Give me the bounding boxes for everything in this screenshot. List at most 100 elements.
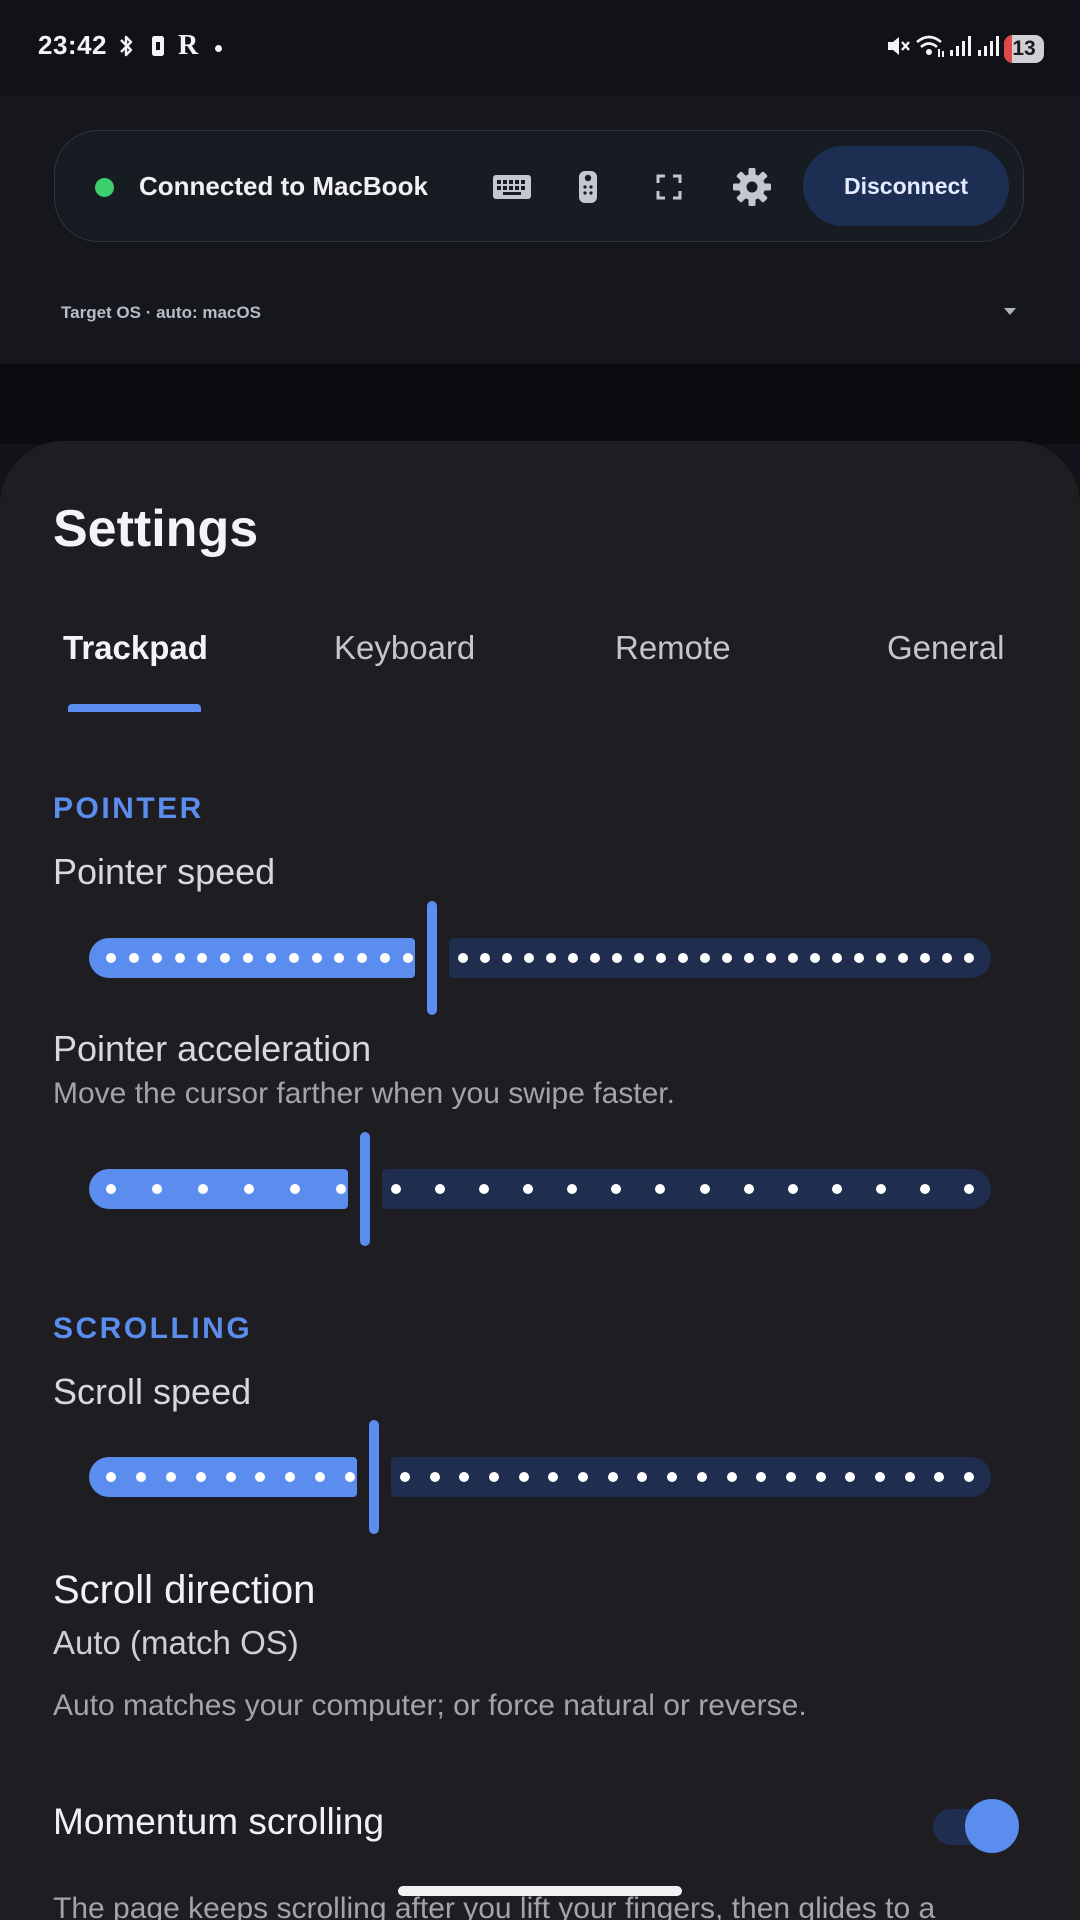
momentum-scrolling-description: The page keeps scrolling after you lift …: [53, 1892, 936, 1920]
slider-tick: [667, 1472, 677, 1482]
tab-remote[interactable]: Remote: [615, 629, 731, 667]
screen: 23:42 R 13 Connected to MacBook Disconne…: [0, 0, 1080, 1920]
slider-tick: [727, 1472, 737, 1482]
slider-tick: [430, 1472, 440, 1482]
slider-tick: [898, 953, 908, 963]
slider-tick: [810, 953, 820, 963]
slider-inactive-track: [391, 1457, 991, 1497]
slider-handle[interactable]: [427, 901, 437, 1015]
vibrate-icon: [148, 32, 168, 60]
slider-tick: [244, 1184, 254, 1194]
slider-tick: [458, 953, 468, 963]
slider-tick: [744, 953, 754, 963]
pointer-speed-slider[interactable]: [89, 901, 991, 1015]
slider-tick: [905, 1472, 915, 1482]
pointer-acceleration-description: Move the cursor farther when you swipe f…: [53, 1077, 675, 1110]
slider-tick: [590, 953, 600, 963]
tab-trackpad[interactable]: Trackpad: [63, 629, 208, 667]
slider-tick: [524, 953, 534, 963]
slider-tick: [220, 953, 230, 963]
slider-tick: [942, 953, 952, 963]
slider-tick: [697, 1472, 707, 1482]
section-header-scrolling: SCROLLING: [53, 1312, 253, 1345]
pointer-speed-label: Pointer speed: [53, 851, 276, 892]
connection-bar: Connected to MacBook Disconnect: [54, 130, 1024, 242]
pointer-acceleration-label: Pointer acceleration: [53, 1028, 372, 1069]
page-title: Settings: [53, 500, 259, 558]
tab-general[interactable]: General: [887, 629, 1004, 667]
slider-tick: [934, 1472, 944, 1482]
pointer-acceleration-slider[interactable]: [89, 1132, 991, 1246]
slider-tick: [612, 953, 622, 963]
dropdown-arrow-icon[interactable]: [1004, 308, 1016, 315]
scrim: [0, 364, 1080, 444]
slider-tick: [400, 1472, 410, 1482]
slider-tick: [608, 1472, 618, 1482]
signal-icon: [948, 32, 972, 60]
slider-handle[interactable]: [369, 1420, 379, 1534]
slider-tick: [964, 953, 974, 963]
slider-tick: [266, 953, 276, 963]
notification-dot-icon: [215, 45, 222, 52]
slider-tick: [788, 953, 798, 963]
slider-tick: [312, 953, 322, 963]
slider-tick: [964, 1184, 974, 1194]
mute-icon: [885, 32, 911, 60]
slider-tick: [700, 953, 710, 963]
slider-tick: [357, 953, 367, 963]
slider-tick: [196, 1472, 206, 1482]
slider-tick: [315, 1472, 325, 1482]
slider-tick: [578, 1472, 588, 1482]
slider-tick: [656, 953, 666, 963]
momentum-scrolling-toggle[interactable]: [933, 1799, 1019, 1853]
slider-tick: [459, 1472, 469, 1482]
slider-tick: [106, 1472, 116, 1482]
settings-icon[interactable]: [726, 161, 778, 213]
target-os-selector[interactable]: Target OS · auto: macOS: [61, 303, 261, 323]
slider-tick: [285, 1472, 295, 1482]
slider-tick: [637, 1472, 647, 1482]
slider-tick: [255, 1472, 265, 1482]
home-indicator: [398, 1886, 682, 1896]
slider-tick: [832, 1184, 842, 1194]
slider-tick: [756, 1472, 766, 1482]
status-bar: 23:42 R 13: [0, 0, 1080, 96]
battery-indicator: 13: [1004, 35, 1044, 63]
connection-label: Connected to MacBook: [139, 171, 428, 201]
wifi-icon: [915, 32, 945, 60]
remote-icon[interactable]: [562, 161, 614, 213]
toggle-thumb: [965, 1799, 1019, 1853]
momentum-scrolling-label: Momentum scrolling: [53, 1801, 385, 1842]
slider-tick: [226, 1472, 236, 1482]
slider-tick: [845, 1472, 855, 1482]
fullscreen-icon[interactable]: [643, 161, 695, 213]
scroll-direction-label[interactable]: Scroll direction: [53, 1568, 315, 1613]
slider-tick: [786, 1472, 796, 1482]
slider-tick: [567, 1184, 577, 1194]
keyboard-icon[interactable]: [486, 161, 538, 213]
scroll-direction-description: Auto matches your computer; or force nat…: [53, 1689, 807, 1722]
slider-tick: [816, 1472, 826, 1482]
slider-tick: [700, 1184, 710, 1194]
slider-active-track: [89, 1169, 348, 1209]
slider-tick: [546, 953, 556, 963]
section-header-pointer: POINTER: [53, 792, 204, 825]
slider-tick: [678, 953, 688, 963]
scroll-direction-value[interactable]: Auto (match OS): [53, 1624, 299, 1662]
slider-tick: [519, 1472, 529, 1482]
slider-tick: [380, 953, 390, 963]
slider-tick: [523, 1184, 533, 1194]
scroll-speed-slider[interactable]: [89, 1420, 991, 1534]
r-app-icon: R: [178, 30, 199, 61]
slider-tick: [788, 1184, 798, 1194]
slider-tick: [766, 953, 776, 963]
slider-tick: [336, 1184, 346, 1194]
tab-keyboard[interactable]: Keyboard: [334, 629, 475, 667]
slider-tick: [920, 953, 930, 963]
slider-tick: [964, 1472, 974, 1482]
bluetooth-icon: [117, 32, 135, 60]
slider-tick: [568, 953, 578, 963]
slider-tick: [634, 953, 644, 963]
slider-handle[interactable]: [360, 1132, 370, 1246]
disconnect-button[interactable]: Disconnect: [803, 146, 1009, 226]
